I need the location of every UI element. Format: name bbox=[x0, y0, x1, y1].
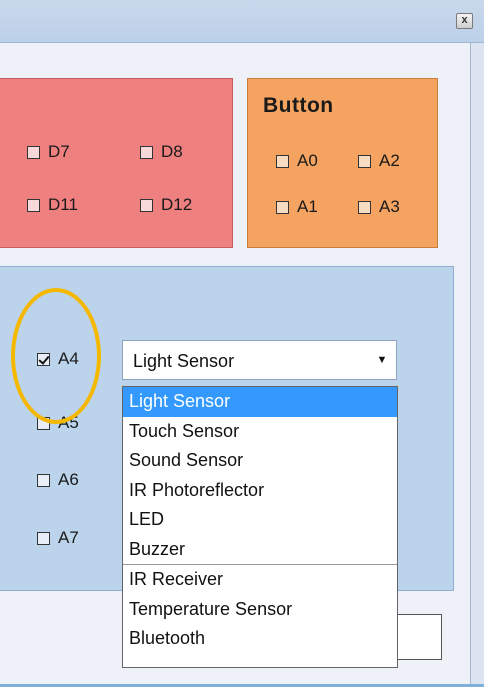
window-titlebar: x bbox=[0, 0, 484, 43]
checkbox-box[interactable] bbox=[276, 200, 289, 214]
checkbox-box[interactable] bbox=[358, 200, 371, 214]
window-right-frame bbox=[470, 43, 484, 687]
checkbox-box[interactable] bbox=[27, 145, 40, 159]
checkbox-label: A6 bbox=[58, 470, 79, 489]
checkbox-a2[interactable]: A2 bbox=[358, 151, 400, 171]
checkbox-label: D12 bbox=[161, 195, 193, 214]
dropdown-option-sound-sensor[interactable]: Sound Sensor bbox=[123, 446, 397, 476]
checkbox-label: D8 bbox=[161, 142, 183, 161]
checkbox-box[interactable] bbox=[140, 145, 153, 159]
sensor-type-dropdown-list: Light Sensor Touch Sensor Sound Sensor I… bbox=[122, 386, 398, 668]
checkbox-a3[interactable]: A3 bbox=[358, 197, 400, 217]
checkbox-a5[interactable]: A5 bbox=[37, 413, 79, 433]
checkbox-label: A0 bbox=[297, 151, 318, 170]
checkbox-a0[interactable]: A0 bbox=[276, 151, 318, 171]
checkbox-box-checked[interactable] bbox=[37, 352, 50, 366]
sensor-type-select-value: Light Sensor bbox=[133, 351, 235, 371]
checkbox-box[interactable] bbox=[358, 154, 371, 168]
dropdown-option-ir-photoreflector[interactable]: IR Photoreflector bbox=[123, 476, 397, 506]
dropdown-option-buzzer[interactable]: Buzzer bbox=[123, 535, 397, 565]
checkbox-label: A3 bbox=[379, 197, 400, 216]
checkbox-d12[interactable]: D12 bbox=[140, 195, 192, 215]
checkbox-label: D11 bbox=[48, 195, 78, 214]
checkbox-label: A2 bbox=[379, 151, 400, 170]
button-group-title: Button bbox=[263, 94, 334, 117]
sensor-type-select[interactable]: Light Sensor ▼ bbox=[122, 340, 397, 380]
checkbox-label: A7 bbox=[58, 528, 79, 547]
checkbox-a6[interactable]: A6 bbox=[37, 470, 79, 490]
dropdown-option-ir-receiver[interactable]: IR Receiver bbox=[123, 565, 397, 595]
bottom-button[interactable] bbox=[396, 614, 442, 660]
checkbox-label: A1 bbox=[297, 197, 318, 216]
checkbox-a1[interactable]: A1 bbox=[276, 197, 318, 217]
dropdown-option-led[interactable]: LED bbox=[123, 505, 397, 535]
checkbox-d8[interactable]: D8 bbox=[140, 142, 183, 162]
checkbox-label: A5 bbox=[58, 413, 79, 432]
close-icon[interactable]: x bbox=[456, 13, 473, 29]
checkbox-label: A4 bbox=[58, 349, 79, 368]
checkbox-box[interactable] bbox=[37, 416, 50, 430]
checkbox-a7[interactable]: A7 bbox=[37, 528, 79, 548]
dropdown-arrow-icon[interactable]: ▼ bbox=[368, 341, 396, 379]
checkbox-d7[interactable]: D7 bbox=[27, 142, 70, 162]
checkbox-box[interactable] bbox=[37, 531, 50, 545]
checkbox-box[interactable] bbox=[140, 198, 153, 212]
checkbox-box[interactable] bbox=[37, 473, 50, 487]
dropdown-option-touch-sensor[interactable]: Touch Sensor bbox=[123, 417, 397, 447]
checkbox-d11[interactable]: D11 bbox=[27, 195, 78, 215]
dropdown-option-temperature-sensor[interactable]: Temperature Sensor bbox=[123, 595, 397, 625]
checkbox-box[interactable] bbox=[276, 154, 289, 168]
checkbox-label: D7 bbox=[48, 142, 70, 161]
dropdown-option-light-sensor[interactable]: Light Sensor bbox=[123, 387, 397, 417]
checkbox-a4[interactable]: A4 bbox=[37, 349, 79, 369]
digital-pins-group bbox=[0, 78, 233, 248]
dropdown-option-bluetooth[interactable]: Bluetooth bbox=[123, 624, 397, 654]
checkbox-box[interactable] bbox=[27, 198, 40, 212]
